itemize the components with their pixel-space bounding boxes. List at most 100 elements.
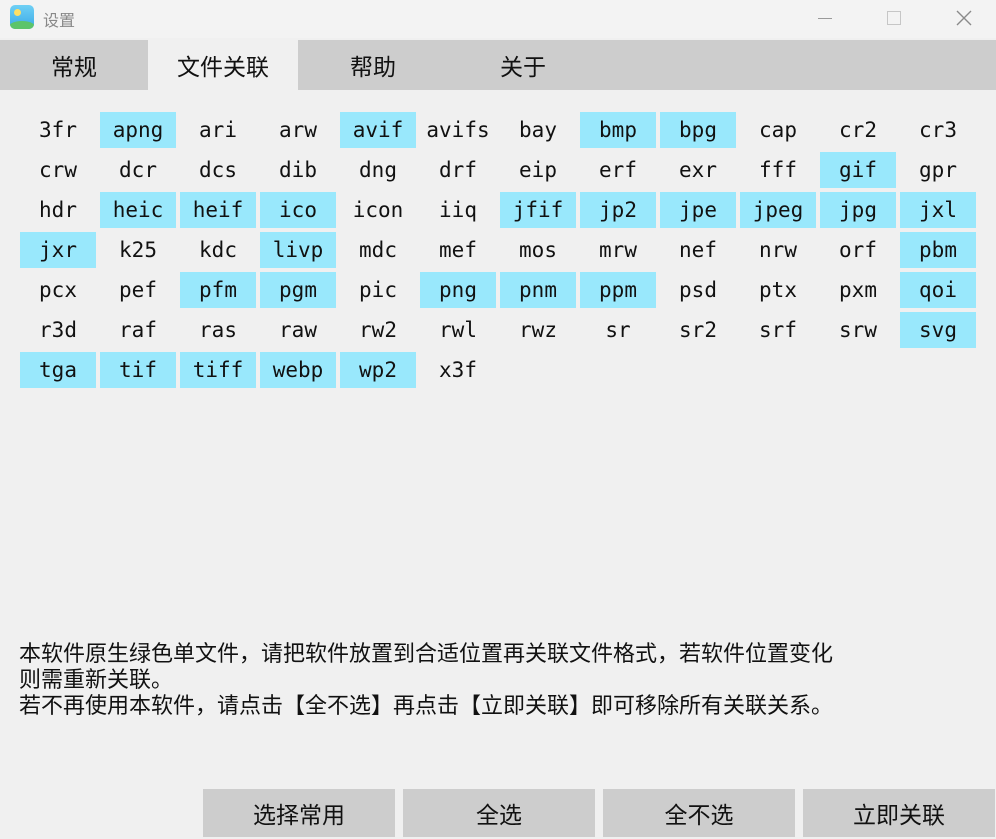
select-none-button[interactable]: 全不选 [603,789,795,837]
format-toggle-3fr[interactable]: 3fr [20,112,96,148]
format-toggle-heic[interactable]: heic [100,192,176,228]
format-toggle-tga[interactable]: tga [20,352,96,388]
format-toggle-cr3[interactable]: cr3 [900,112,976,148]
format-toggle-ari[interactable]: ari [180,112,256,148]
format-toggle-wp2[interactable]: wp2 [340,352,416,388]
format-toggle-exr[interactable]: exr [660,152,736,188]
format-toggle-ppm[interactable]: ppm [580,272,656,308]
format-toggle-qoi[interactable]: qoi [900,272,976,308]
format-toggle-pfm[interactable]: pfm [180,272,256,308]
format-toggle-sr2[interactable]: sr2 [660,312,736,348]
maximize-button[interactable] [871,0,917,36]
format-toggle-arw[interactable]: arw [260,112,336,148]
format-toggle-gif[interactable]: gif [820,152,896,188]
format-toggle-pef[interactable]: pef [100,272,176,308]
format-toggle-fff[interactable]: fff [740,152,816,188]
format-toggle-mef[interactable]: mef [420,232,496,268]
format-toggle-raw[interactable]: raw [260,312,336,348]
format-toggle-iiq[interactable]: iiq [420,192,496,228]
format-toggle-orf[interactable]: orf [820,232,896,268]
format-toggle-dib[interactable]: dib [260,152,336,188]
format-toggle-raf[interactable]: raf [100,312,176,348]
format-toggle-srf[interactable]: srf [740,312,816,348]
format-toggle-livp[interactable]: livp [260,232,336,268]
format-toggle-erf[interactable]: erf [580,152,656,188]
format-toggle-webp[interactable]: webp [260,352,336,388]
format-toggle-rwl[interactable]: rwl [420,312,496,348]
window-title: 设置 [43,11,76,30]
tab-about[interactable]: 关于 [448,40,598,90]
format-toggle-pgm[interactable]: pgm [260,272,336,308]
format-toggle-ras[interactable]: ras [180,312,256,348]
format-toggle-avifs[interactable]: avifs [420,112,496,148]
format-toggle-bmp[interactable]: bmp [580,112,656,148]
format-toggle-bpg[interactable]: bpg [660,112,736,148]
format-toggle-pxm[interactable]: pxm [820,272,896,308]
format-toggle-jpe[interactable]: jpe [660,192,736,228]
format-toggle-apng[interactable]: apng [100,112,176,148]
format-toggle-psd[interactable]: psd [660,272,736,308]
notice-line-1: 本软件原生绿色单文件，请把软件放置到合适位置再关联文件格式，若软件位置变化 [19,642,834,667]
tab-help[interactable]: 帮助 [298,40,448,90]
minimize-button[interactable] [802,0,848,36]
format-toggle-k25[interactable]: k25 [100,232,176,268]
select-all-button[interactable]: 全选 [403,789,595,837]
tab-file-association[interactable]: 文件关联 [148,40,298,90]
notice-line-3: 若不再使用本软件，请点击【全不选】再点击【立即关联】即可移除所有关联关系。 [19,694,834,719]
format-toggle-jxl[interactable]: jxl [900,192,976,228]
format-toggle-sr[interactable]: sr [580,312,656,348]
title-bar[interactable]: 设置 [0,0,996,38]
format-toggle-dng[interactable]: dng [340,152,416,188]
close-icon [956,10,972,26]
format-toggle-gpr[interactable]: gpr [900,152,976,188]
tab-general[interactable]: 常规 [0,40,148,90]
image-viewer-app-icon [10,5,34,29]
format-toggle-nrw[interactable]: nrw [740,232,816,268]
notice-line-2: 则需重新关联。 [19,668,174,693]
format-toggle-rwz[interactable]: rwz [500,312,576,348]
format-toggle-pnm[interactable]: pnm [500,272,576,308]
format-toggle-mos[interactable]: mos [500,232,576,268]
format-toggle-eip[interactable]: eip [500,152,576,188]
format-toggle-cap[interactable]: cap [740,112,816,148]
format-toggle-tif[interactable]: tif [100,352,176,388]
format-toggle-dcr[interactable]: dcr [100,152,176,188]
format-toggle-dcs[interactable]: dcs [180,152,256,188]
settings-window: 设置 常规 文件关联 帮助 关于 3fr apng ari arw avif avifs b… [0,0,996,839]
format-toggle-svg[interactable]: svg [900,312,976,348]
format-toggle-tiff[interactable]: tiff [180,352,256,388]
format-toggle-drf[interactable]: drf [420,152,496,188]
select-common-button[interactable]: 选择常用 [203,789,395,837]
format-toggle-jxr[interactable]: jxr [20,232,96,268]
format-toggle-nef[interactable]: nef [660,232,736,268]
format-toggle-srw[interactable]: srw [820,312,896,348]
format-toggle-avif[interactable]: avif [340,112,416,148]
maximize-icon [887,11,901,25]
format-toggle-pic[interactable]: pic [340,272,416,308]
format-toggle-pbm[interactable]: pbm [900,232,976,268]
association-notice: 本软件原生绿色单文件，请把软件放置到合适位置再关联文件格式，若软件位置变化 则需… [19,642,987,720]
associate-now-button[interactable]: 立即关联 [803,789,995,837]
format-toggle-png[interactable]: png [420,272,496,308]
format-toggle-icon[interactable]: icon [340,192,416,228]
format-toggle-jpeg[interactable]: jpeg [740,192,816,228]
format-toggle-cr2[interactable]: cr2 [820,112,896,148]
format-toggle-x3f[interactable]: x3f [420,352,496,388]
format-toggle-pcx[interactable]: pcx [20,272,96,308]
format-toggle-r3d[interactable]: r3d [20,312,96,348]
format-toggle-ptx[interactable]: ptx [740,272,816,308]
format-toggle-jp2[interactable]: jp2 [580,192,656,228]
tab-bar: 常规 文件关联 帮助 关于 [0,40,996,90]
format-toggle-bay[interactable]: bay [500,112,576,148]
format-toggle-jpg[interactable]: jpg [820,192,896,228]
close-button[interactable] [941,0,987,36]
format-toggle-kdc[interactable]: kdc [180,232,256,268]
format-toggle-ico[interactable]: ico [260,192,336,228]
format-toggle-mrw[interactable]: mrw [580,232,656,268]
format-toggle-hdr[interactable]: hdr [20,192,96,228]
format-toggle-mdc[interactable]: mdc [340,232,416,268]
format-toggle-rw2[interactable]: rw2 [340,312,416,348]
format-toggle-jfif[interactable]: jfif [500,192,576,228]
format-toggle-crw[interactable]: crw [20,152,96,188]
format-toggle-heif[interactable]: heif [180,192,256,228]
